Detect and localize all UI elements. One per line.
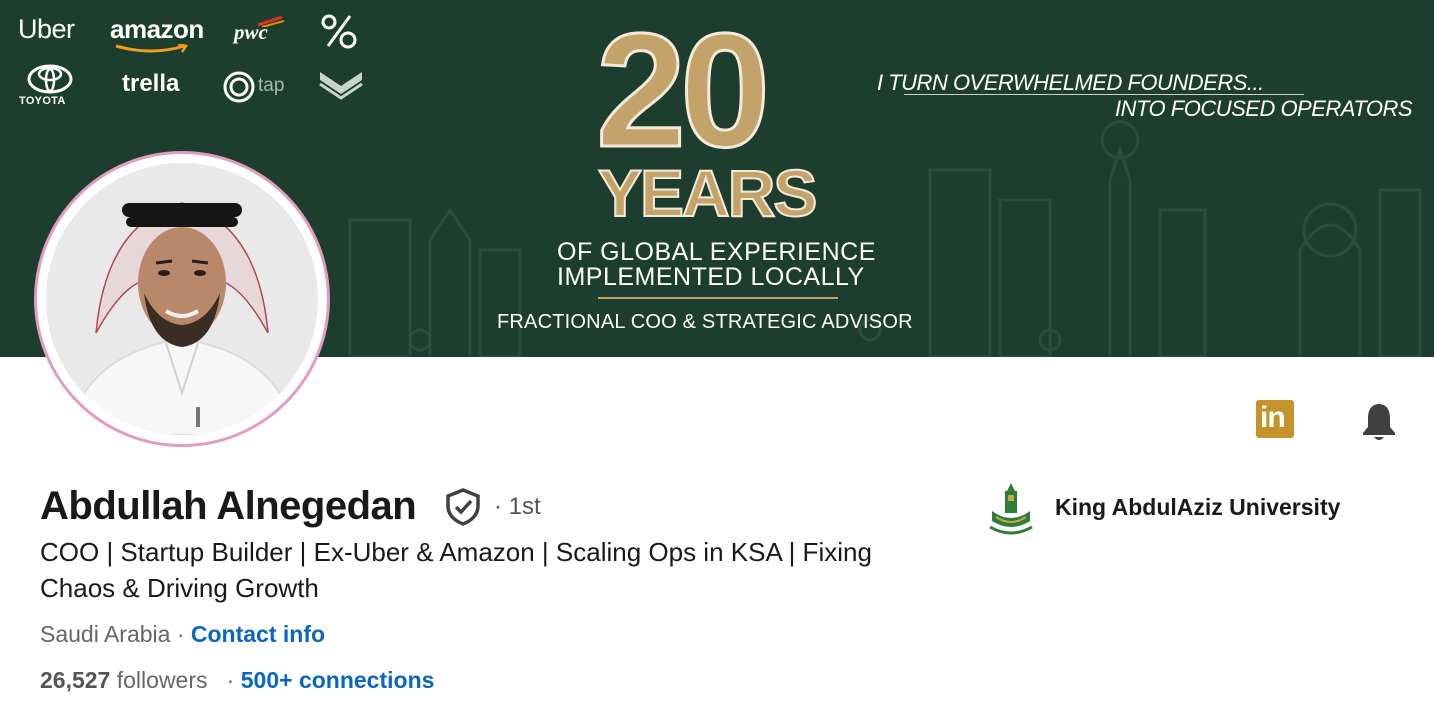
profile-location: Saudi Arabia — [40, 621, 171, 647]
avatar-photo — [46, 163, 318, 435]
banner-experience-line2: IMPLEMENTED LOCALLY — [557, 263, 865, 291]
profile-headline: COO | Startup Builder | Ex-Uber & Amazon… — [40, 537, 872, 603]
connections-separator: · — [207, 667, 241, 693]
banner-tagline-line2: INTO FOCUSED OPERATORS — [1115, 96, 1413, 121]
banner-role: FRACTIONAL COO & STRATEGIC ADVISOR — [497, 311, 913, 333]
banner-tagline-line1: I TURN OVERWHELMED FOUNDERS... — [877, 70, 1264, 95]
connection-degree: · 1st — [494, 493, 541, 520]
person-portrait-illustration — [46, 163, 318, 435]
banner-divider — [598, 297, 838, 299]
amazon-logo: amazon — [110, 14, 204, 44]
profile-avatar[interactable] — [34, 151, 330, 447]
tap-logo: tap — [258, 75, 285, 96]
tagline-divider — [904, 94, 1304, 95]
bell-icon[interactable] — [1359, 401, 1399, 441]
amazon-smile-icon — [115, 44, 189, 53]
toyota-logo: TOYOTA — [19, 95, 66, 107]
banner-years: YEARS — [597, 156, 818, 230]
university-name[interactable]: King AbdulAziz University — [1055, 494, 1340, 521]
toyota-emblem-icon — [27, 64, 73, 94]
percent-logo-icon — [321, 14, 357, 49]
uber-logo: Uber — [18, 14, 75, 44]
contact-info-link[interactable]: Contact info — [191, 621, 325, 647]
linkedin-icon[interactable]: in — [1256, 400, 1294, 438]
verified-shield-icon[interactable] — [445, 488, 481, 526]
location-row: Saudi Arabia · Contact info — [40, 621, 325, 648]
tap-ring-icon — [223, 71, 255, 103]
network-row: 26,527 followers · 500+ connections — [40, 667, 434, 694]
banner-big-number: 20 — [594, 0, 771, 181]
university-logo-icon[interactable] — [986, 481, 1036, 537]
trella-logo: trella — [122, 70, 180, 97]
followers-label: followers — [110, 667, 208, 693]
followers-count: 26,527 — [40, 667, 111, 693]
chevron-logo-icon — [319, 72, 363, 100]
linkedin-icon-label: in — [1260, 401, 1286, 434]
pwc-flame-icon — [258, 15, 284, 27]
location-separator: · — [170, 621, 191, 647]
banner-experience-line1: OF GLOBAL EXPERIENCE — [557, 238, 876, 266]
profile-name: Abdullah Alnegedan — [40, 484, 417, 528]
connections-link[interactable]: 500+ connections — [241, 667, 435, 693]
